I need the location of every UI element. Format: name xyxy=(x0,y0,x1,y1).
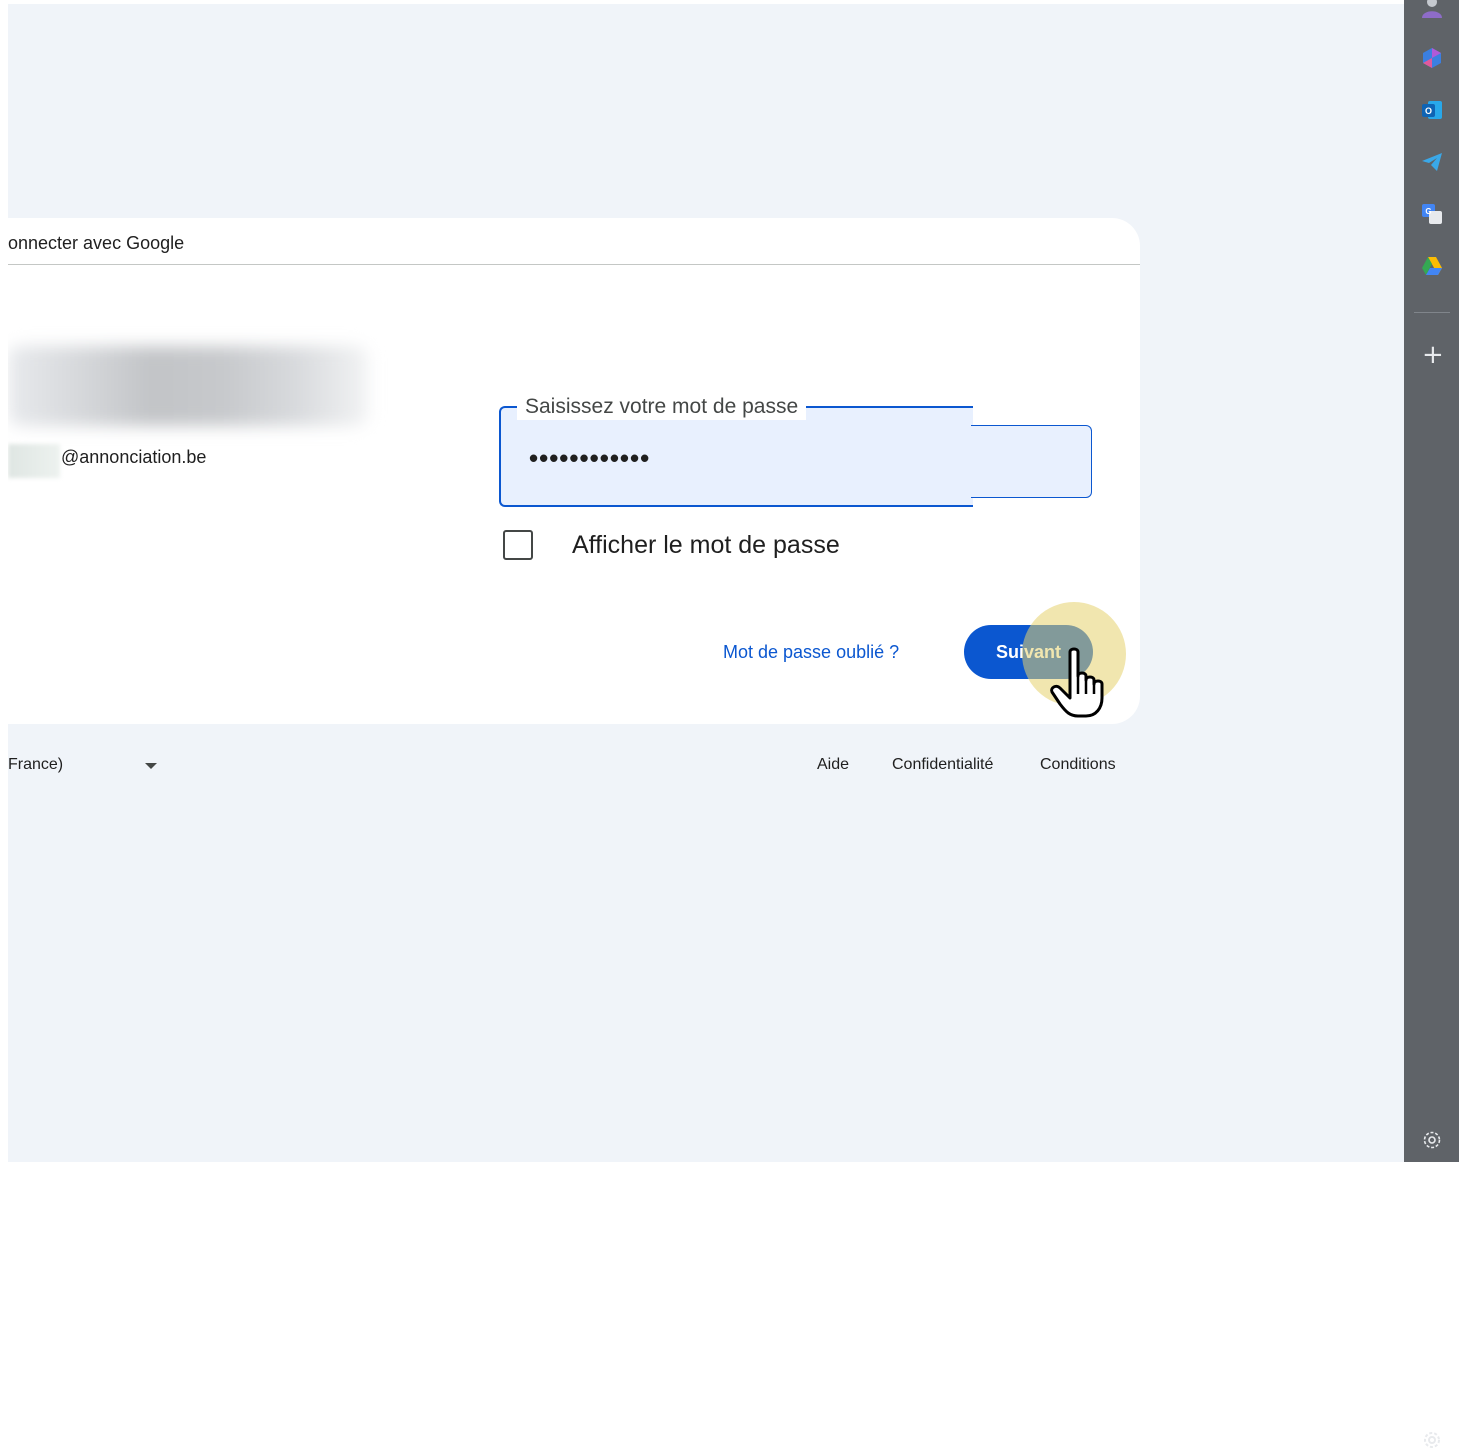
account-email: @annonciation.be xyxy=(61,447,207,467)
next-button[interactable]: Suivant xyxy=(964,625,1093,679)
page-background: onnecter avec Google @annonciation.be Sa… xyxy=(8,4,1404,1162)
password-label: Saisissez votre mot de passe xyxy=(517,394,807,420)
add-icon[interactable]: + xyxy=(1422,342,1444,368)
card-header: onnecter avec Google xyxy=(8,218,1140,265)
account-name-redacted xyxy=(8,346,368,426)
footer-link-help[interactable]: Aide xyxy=(817,756,849,774)
show-password-checkbox[interactable] xyxy=(503,530,533,560)
browser-sidebar: O G + xyxy=(1404,0,1459,1448)
language-selector[interactable]: France) xyxy=(8,756,63,774)
svg-text:G: G xyxy=(1425,207,1431,216)
forgot-password-link[interactable]: Mot de passe oublié ? xyxy=(723,642,899,663)
outlook-icon[interactable]: O xyxy=(1420,98,1444,122)
telegram-icon[interactable] xyxy=(1420,150,1444,174)
sidebar-divider xyxy=(1414,312,1450,313)
settings-icon[interactable] xyxy=(1420,1428,1444,1452)
chevron-down-icon[interactable] xyxy=(145,763,157,769)
footer-link-privacy[interactable]: Confidentialité xyxy=(892,756,993,774)
svg-text:O: O xyxy=(1425,106,1432,116)
show-password-label[interactable]: Afficher le mot de passe xyxy=(572,531,840,560)
gear-icon[interactable] xyxy=(1420,1128,1444,1152)
email-prefix-redacted xyxy=(8,444,60,478)
footer-link-terms[interactable]: Conditions xyxy=(1040,756,1116,774)
account-icon[interactable] xyxy=(1420,0,1444,18)
card-header-title: onnecter avec Google xyxy=(8,233,185,253)
password-value[interactable]: •••••••••••• xyxy=(529,443,650,474)
sign-in-card: onnecter avec Google @annonciation.be Sa… xyxy=(8,218,1140,724)
google-translate-icon[interactable]: G xyxy=(1420,202,1444,226)
password-input-extension[interactable] xyxy=(971,425,1092,498)
google-drive-icon[interactable] xyxy=(1420,254,1444,278)
copilot-icon[interactable] xyxy=(1420,46,1444,70)
